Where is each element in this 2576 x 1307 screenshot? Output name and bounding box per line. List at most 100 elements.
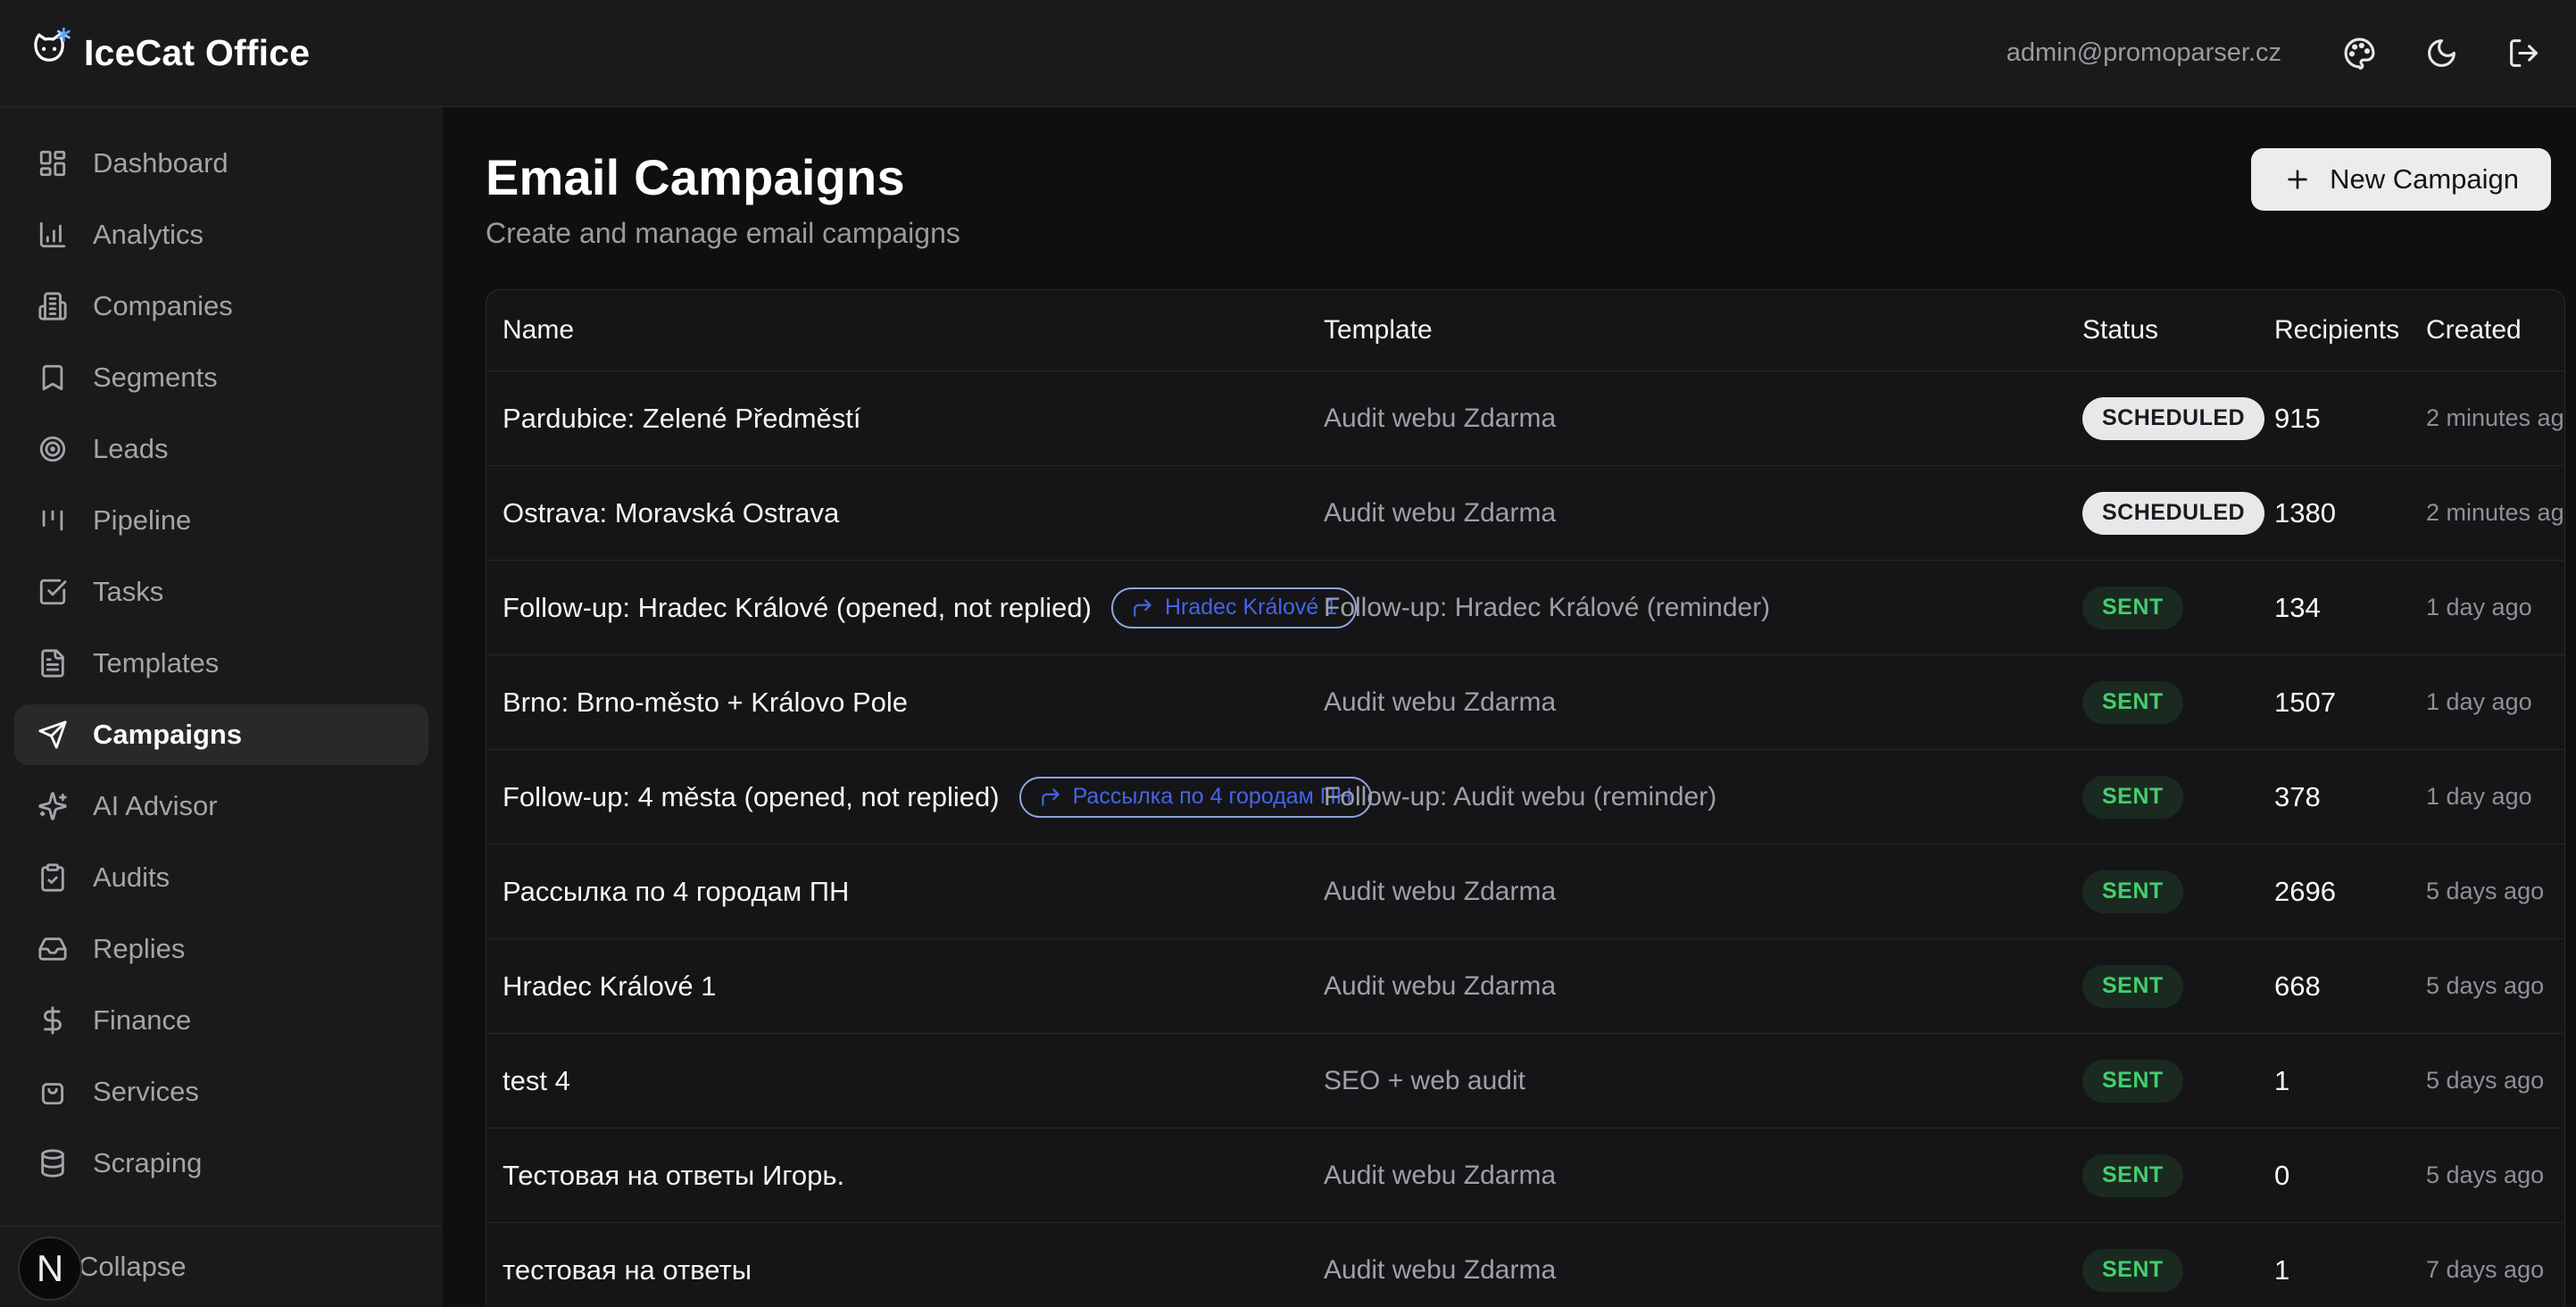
dark-mode-toggle-button[interactable] [2424, 37, 2458, 71]
pipeline-icon [37, 505, 68, 536]
sidebar-item-label: Campaigns [93, 719, 242, 751]
sidebar-item-dashboard[interactable]: Dashboard [14, 133, 428, 194]
sidebar-item-audits[interactable]: Audits [14, 847, 428, 908]
sidebar-item-label: Analytics [93, 219, 204, 251]
user-email: admin@promoparser.cz [2007, 38, 2281, 68]
sidebar-item-segments[interactable]: Segments [14, 347, 428, 408]
sidebar-item-finance[interactable]: Finance [14, 990, 428, 1051]
column-header-template: Template [1324, 315, 2082, 345]
status-badge: SENT [2082, 587, 2183, 629]
status-badge: SENT [2082, 1060, 2183, 1103]
campaign-name: Pardubice: Zelené Předměstí [503, 403, 861, 435]
palette-icon [2343, 37, 2376, 70]
campaign-template: Audit webu Zdarma [1324, 877, 2082, 907]
forward-badge[interactable]: Hradec Králové 1 [1111, 587, 1357, 629]
campaign-name: test 4 [503, 1065, 570, 1097]
collapse-label: Collapse [79, 1251, 187, 1283]
sidebar-item-label: Dashboard [93, 147, 229, 179]
campaign-name: Рассылка по 4 городам ПН [503, 876, 849, 908]
table-row[interactable]: test 4 SEO + web audit SENT 1 5 days ago [486, 1033, 2564, 1128]
campaign-template: Audit webu Zdarma [1324, 687, 2082, 718]
theme-palette-button[interactable] [2342, 37, 2376, 71]
campaign-recipients: 378 [2274, 781, 2426, 813]
sidebar-item-label: Replies [93, 933, 185, 965]
campaign-recipients: 1380 [2274, 497, 2426, 529]
analytics-icon [37, 220, 68, 250]
status-badge: SCHEDULED [2082, 397, 2264, 440]
icecat-logo-icon [25, 28, 71, 79]
table-row[interactable]: Ostrava: Moravská Ostrava Audit webu Zda… [486, 465, 2564, 560]
status-badge: SENT [2082, 681, 2183, 724]
sidebar-item-ai-advisor[interactable]: AI Advisor [14, 776, 428, 837]
campaign-recipients: 2696 [2274, 876, 2426, 908]
table-row[interactable]: Brno: Brno-město + Královo Pole Audit we… [486, 654, 2564, 749]
forward-badge-label: Рассылка по 4 городам ПН [1073, 784, 1352, 810]
table-row[interactable]: тестовая на ответы Audit webu Zdarma SEN… [486, 1222, 2564, 1307]
sidebar-item-leads[interactable]: Leads [14, 419, 428, 479]
campaign-name: Тестовая на ответы Игорь. [503, 1160, 844, 1192]
table-row[interactable]: Рассылка по 4 городам ПН Audit webu Zdar… [486, 844, 2564, 938]
campaign-created: 5 days ago [2426, 1067, 2564, 1095]
campaign-created: 1 day ago [2426, 783, 2564, 811]
services-icon [37, 1077, 68, 1107]
page-header: Email Campaigns Create and manage email … [486, 148, 2565, 250]
templates-icon [37, 648, 68, 678]
sidebar-item-label: Templates [93, 647, 219, 679]
sidebar-item-label: Services [93, 1076, 199, 1108]
campaign-recipients: 0 [2274, 1160, 2426, 1192]
topbar-actions: admin@promoparser.cz [2007, 37, 2540, 71]
sidebar-collapse[interactable]: N Collapse [0, 1226, 443, 1307]
sidebar: Dashboard Analytics Companies Segments L… [0, 107, 443, 1307]
moon-icon [2425, 37, 2458, 70]
sidebar-item-label: Scraping [93, 1147, 202, 1179]
campaign-name: Follow-up: 4 města (opened, not replied) [503, 781, 1000, 813]
campaign-created: 2 minutes ago [2426, 404, 2564, 432]
campaigns-table: Name Template Status Recipients Created … [486, 289, 2565, 1307]
campaign-created: 1 day ago [2426, 688, 2564, 716]
status-badge: SENT [2082, 965, 2183, 1008]
sidebar-item-services[interactable]: Services [14, 1061, 428, 1122]
plus-icon [2283, 165, 2312, 194]
campaign-created: 1 day ago [2426, 594, 2564, 621]
app-title: IceCat Office [84, 32, 310, 74]
status-badge: SCHEDULED [2082, 492, 2264, 535]
page-subtitle: Create and manage email campaigns [486, 217, 960, 250]
sidebar-item-label: Audits [93, 862, 170, 894]
new-campaign-button[interactable]: New Campaign [2251, 148, 2551, 211]
campaign-template: Audit webu Zdarma [1324, 1161, 2082, 1191]
dashboard-icon [37, 148, 68, 179]
table-row[interactable]: Follow-up: 4 města (opened, not replied)… [486, 749, 2564, 844]
campaign-name: Ostrava: Moravská Ostrava [503, 497, 839, 529]
sidebar-item-companies[interactable]: Companies [14, 276, 428, 337]
campaign-recipients: 134 [2274, 592, 2426, 624]
campaign-recipients: 1 [2274, 1065, 2426, 1097]
sidebar-item-campaigns[interactable]: Campaigns [14, 704, 428, 765]
campaign-name: тестовая на ответы [503, 1254, 752, 1286]
campaign-recipients: 915 [2274, 403, 2426, 435]
column-header-created: Created [2426, 315, 2564, 345]
brand[interactable]: IceCat Office [25, 28, 310, 79]
table-row[interactable]: Тестовая на ответы Игорь. Audit webu Zda… [486, 1128, 2564, 1222]
status-badge: SENT [2082, 870, 2183, 913]
table-row[interactable]: Follow-up: Hradec Králové (opened, not r… [486, 560, 2564, 654]
campaign-name: Hradec Králové 1 [503, 970, 717, 1003]
main-content: Email Campaigns Create and manage email … [443, 107, 2576, 1307]
campaign-recipients: 1507 [2274, 687, 2426, 719]
sidebar-item-pipeline[interactable]: Pipeline [14, 490, 428, 551]
sidebar-item-replies[interactable]: Replies [14, 919, 428, 979]
sidebar-item-tasks[interactable]: Tasks [14, 562, 428, 622]
campaign-template: Audit webu Zdarma [1324, 971, 2082, 1002]
sidebar-item-scraping[interactable]: Scraping [14, 1133, 428, 1194]
table-header-row: Name Template Status Recipients Created [486, 290, 2564, 370]
finance-icon [37, 1005, 68, 1036]
sidebar-item-templates[interactable]: Templates [14, 633, 428, 694]
sidebar-item-analytics[interactable]: Analytics [14, 204, 428, 265]
forward-badge[interactable]: Рассылка по 4 городам ПН [1019, 777, 1372, 818]
table-row[interactable]: Pardubice: Zelené Předměstí Audit webu Z… [486, 370, 2564, 465]
tasks-icon [37, 577, 68, 607]
table-row[interactable]: Hradec Králové 1 Audit webu Zdarma SENT … [486, 938, 2564, 1033]
logout-button[interactable] [2506, 37, 2540, 71]
column-header-name: Name [503, 315, 1324, 345]
campaign-name: Follow-up: Hradec Králové (opened, not r… [503, 592, 1092, 624]
nextjs-dev-badge[interactable]: N [18, 1236, 82, 1301]
